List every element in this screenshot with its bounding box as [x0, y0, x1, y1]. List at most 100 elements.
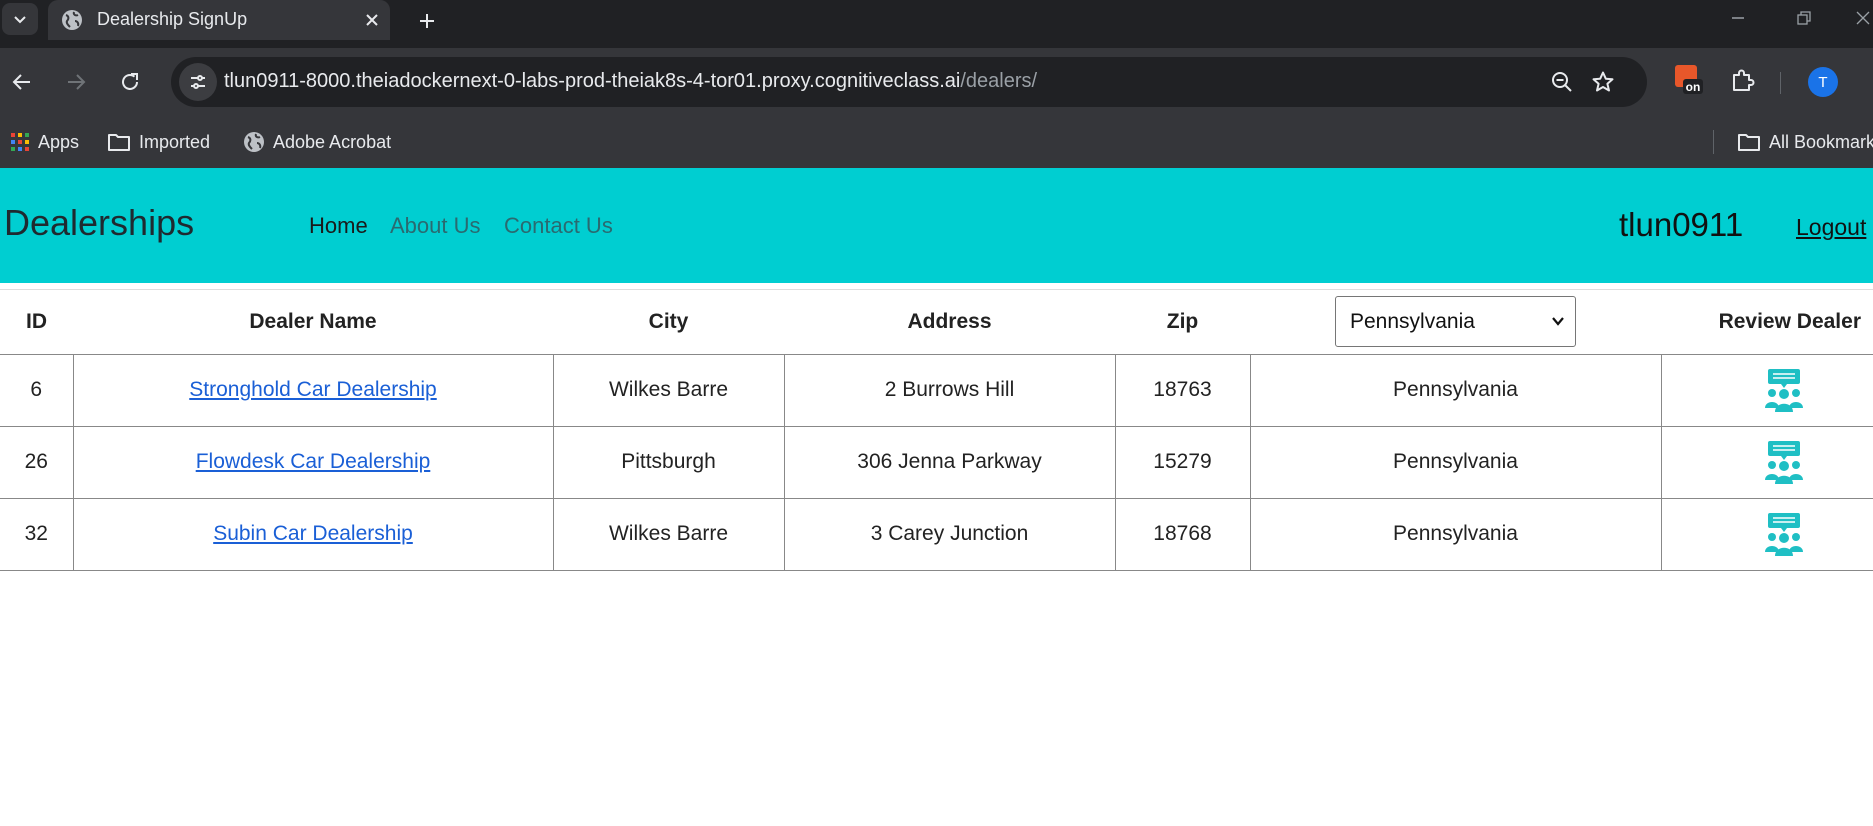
extension-badge-icon: on	[1675, 65, 1703, 94]
close-window-button[interactable]	[1845, 2, 1873, 34]
site-navbar: Dealerships Home About Us Contact Us tlu…	[0, 168, 1873, 283]
star-icon	[1592, 71, 1614, 92]
cell-review	[1661, 426, 1873, 499]
header-dealer-name: Dealer Name	[73, 290, 553, 355]
cell-review	[1661, 498, 1873, 571]
table-header-row: ID Dealer Name City Address Zip Pennsylv…	[0, 290, 1873, 355]
bookmark-all-bookmarks[interactable]: All Bookmarks	[1737, 130, 1873, 154]
browser-tab-active[interactable]: Dealership SignUp	[48, 0, 390, 40]
back-button[interactable]	[2, 62, 42, 102]
bookmarks-bar: Apps Imported Adobe Acrobat All Bookmark…	[0, 116, 1873, 168]
table-row: 6 Stronghold Car Dealership Wilkes Barre…	[0, 354, 1873, 427]
dealer-link[interactable]: Flowdesk Car Dealership	[196, 450, 431, 473]
cell-zip: 15279	[1115, 426, 1251, 499]
dealer-link[interactable]: Stronghold Car Dealership	[189, 378, 436, 401]
tab-close-button[interactable]	[360, 8, 384, 32]
globe-icon	[62, 10, 82, 30]
url-text[interactable]: tlun0911-8000.theiadockernext-0-labs-pro…	[224, 70, 1037, 93]
cell-state: Pennsylvania	[1250, 498, 1662, 571]
zoom-out-icon	[1552, 72, 1572, 92]
minimize-button[interactable]	[1720, 2, 1756, 34]
plus-icon	[420, 14, 434, 28]
header-review-dealer: Review Dealer	[1661, 290, 1873, 355]
folder-icon	[1738, 134, 1760, 151]
tab-search-button[interactable]	[2, 3, 38, 35]
url-host: tlun0911-8000.theiadockernext-0-labs-pro…	[224, 70, 961, 92]
bookmark-imported[interactable]: Imported	[107, 130, 210, 154]
restore-icon	[1797, 11, 1811, 25]
bookmark-apps[interactable]: Apps	[10, 130, 79, 154]
chevron-down-icon	[1552, 317, 1564, 326]
nav-link-about-us[interactable]: About Us	[390, 213, 481, 239]
restore-button[interactable]	[1786, 2, 1822, 34]
header-address: Address	[784, 290, 1115, 355]
review-people-icon[interactable]	[1764, 512, 1804, 556]
dealer-link[interactable]: Subin Car Dealership	[213, 522, 413, 545]
table-row: 32 Subin Car Dealership Wilkes Barre 3 C…	[0, 498, 1873, 571]
chevron-down-icon	[14, 16, 26, 24]
nav-link-home[interactable]: Home	[309, 213, 368, 239]
state-filter-select[interactable]: Pennsylvania	[1335, 296, 1576, 348]
bookmark-star-button[interactable]	[1587, 66, 1619, 98]
state-filter-value: Pennsylvania	[1350, 310, 1475, 334]
cell-address: 306 Jenna Parkway	[784, 426, 1116, 499]
site-info-button[interactable]	[179, 63, 217, 101]
url-path: /dealers/	[960, 70, 1038, 92]
cell-dealer-name: Flowdesk Car Dealership	[73, 426, 554, 499]
cell-zip: 18763	[1115, 354, 1251, 427]
globe-icon	[244, 132, 264, 152]
address-bar[interactable]: tlun0911-8000.theiadockernext-0-labs-pro…	[171, 57, 1647, 107]
cell-state: Pennsylvania	[1250, 354, 1662, 427]
new-tab-button[interactable]	[411, 5, 443, 37]
browser-toolbar: tlun0911-8000.theiadockernext-0-labs-pro…	[0, 48, 1873, 116]
bookmark-label: Adobe Acrobat	[273, 131, 392, 152]
bookmark-label: Apps	[38, 131, 80, 152]
cell-id: 26	[0, 426, 74, 499]
nav-link-contact-us[interactable]: Contact Us	[504, 213, 613, 239]
toolbar-separator	[1780, 72, 1781, 94]
arrow-left-icon	[12, 74, 30, 90]
tab-title: Dealership SignUp	[97, 9, 248, 29]
logout-link[interactable]: Logout	[1796, 214, 1866, 241]
dealers-table: ID Dealer Name City Address Zip Pennsylv…	[0, 290, 1873, 571]
profile-avatar[interactable]: T	[1808, 67, 1838, 97]
cell-address: 2 Burrows Hill	[784, 354, 1116, 427]
review-people-icon[interactable]	[1764, 368, 1804, 412]
minimize-icon	[1732, 17, 1744, 19]
cell-address: 3 Carey Junction	[784, 498, 1116, 571]
browser-tab-bar: Dealership SignUp	[0, 0, 1873, 48]
cell-id: 32	[0, 498, 74, 571]
close-icon	[1856, 11, 1870, 25]
forward-button[interactable]	[56, 62, 96, 102]
puzzle-icon	[1733, 69, 1755, 91]
arrow-right-icon	[68, 74, 86, 90]
folder-icon	[108, 134, 130, 151]
bookmark-label: Imported	[139, 131, 211, 152]
reload-button[interactable]	[110, 62, 150, 102]
header-zip: Zip	[1115, 290, 1250, 355]
zoom-button[interactable]	[1546, 66, 1578, 98]
table-row: 26 Flowdesk Car Dealership Pittsburgh 30…	[0, 426, 1873, 499]
cell-dealer-name: Subin Car Dealership	[73, 498, 554, 571]
close-icon	[366, 14, 378, 26]
cell-city: Wilkes Barre	[553, 498, 785, 571]
bookmark-adobe-acrobat[interactable]: Adobe Acrobat	[243, 130, 391, 154]
cell-review	[1661, 354, 1873, 427]
bookmark-label: All Bookmarks	[1769, 131, 1873, 152]
cell-zip: 18768	[1115, 498, 1251, 571]
header-state-filter-cell: Pennsylvania	[1250, 290, 1661, 355]
apps-grid-icon	[11, 133, 29, 151]
reload-icon	[122, 73, 138, 90]
header-city: City	[553, 290, 784, 355]
header-id: ID	[0, 290, 73, 355]
bookmarks-separator	[1713, 130, 1714, 154]
extension-badge-text: on	[1686, 80, 1701, 94]
extension-button[interactable]: on	[1671, 62, 1707, 98]
brand-title[interactable]: Dealerships	[4, 202, 194, 244]
cell-city: Pittsburgh	[553, 426, 785, 499]
cell-id: 6	[0, 354, 74, 427]
cell-city: Wilkes Barre	[553, 354, 785, 427]
username: tlun0911	[1619, 206, 1744, 243]
extensions-menu-button[interactable]	[1725, 62, 1761, 98]
review-people-icon[interactable]	[1764, 440, 1804, 484]
